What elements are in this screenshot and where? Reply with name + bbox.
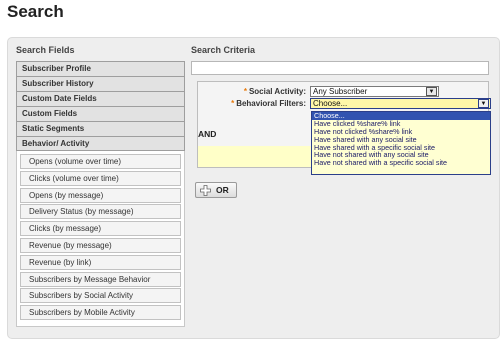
behavioral-filters-select[interactable]: Choose... ▼ bbox=[310, 98, 491, 109]
social-activity-select[interactable]: Any Subscriber ▼ bbox=[310, 86, 439, 97]
behavior-activity-list: Opens (volume over time) Clicks (volume … bbox=[16, 151, 185, 327]
behavioral-filters-dropdown: Choose... Have clicked %share% link Have… bbox=[311, 111, 491, 175]
chevron-down-icon[interactable]: ▼ bbox=[426, 87, 437, 96]
category-custom-fields[interactable]: Custom Fields bbox=[16, 106, 185, 121]
field-subscribers-social-activity[interactable]: Subscribers by Social Activity bbox=[20, 288, 181, 304]
criteria-header-bar bbox=[191, 61, 489, 75]
search-criteria-title: Search Criteria bbox=[191, 45, 256, 55]
field-delivery-status[interactable]: Delivery Status (by message) bbox=[20, 204, 181, 220]
field-clicks-by-message[interactable]: Clicks (by message) bbox=[20, 221, 181, 237]
category-behavior-activity[interactable]: Behavior/ Activity bbox=[16, 136, 185, 151]
plus-icon bbox=[200, 185, 211, 196]
social-activity-label: * Social Activity: bbox=[243, 87, 306, 96]
or-button-label: OR bbox=[216, 185, 229, 195]
category-static-segments[interactable]: Static Segments bbox=[16, 121, 185, 136]
category-subscriber-profile[interactable]: Subscriber Profile bbox=[16, 61, 185, 76]
page-title: Search bbox=[7, 2, 64, 21]
field-clicks-volume[interactable]: Clicks (volume over time) bbox=[20, 170, 181, 186]
and-label: AND bbox=[198, 129, 217, 139]
required-marker: * bbox=[243, 87, 247, 96]
required-marker: * bbox=[231, 99, 235, 108]
behavioral-filters-label: * Behavioral Filters: bbox=[231, 99, 306, 108]
field-subscribers-message-behavior[interactable]: Subscribers by Message Behavior bbox=[20, 271, 181, 287]
category-subscriber-history[interactable]: Subscriber History bbox=[16, 76, 185, 91]
field-subscribers-mobile-activity[interactable]: Subscribers by Mobile Activity bbox=[20, 305, 181, 321]
search-fields-title: Search Fields bbox=[16, 45, 75, 55]
field-opens-volume[interactable]: Opens (volume over time) bbox=[20, 154, 181, 169]
or-button[interactable]: OR bbox=[195, 182, 237, 198]
field-revenue-by-message[interactable]: Revenue (by message) bbox=[20, 237, 181, 253]
field-revenue-by-link[interactable]: Revenue (by link) bbox=[20, 254, 181, 270]
search-fields-list: Subscriber Profile Subscriber History Cu… bbox=[16, 61, 185, 327]
category-custom-date-fields[interactable]: Custom Date Fields bbox=[16, 91, 185, 106]
chevron-down-icon[interactable]: ▼ bbox=[478, 99, 489, 108]
field-opens-by-message[interactable]: Opens (by message) bbox=[20, 187, 181, 203]
option-not-shared-specific[interactable]: Have not shared with a specific social s… bbox=[312, 159, 490, 167]
